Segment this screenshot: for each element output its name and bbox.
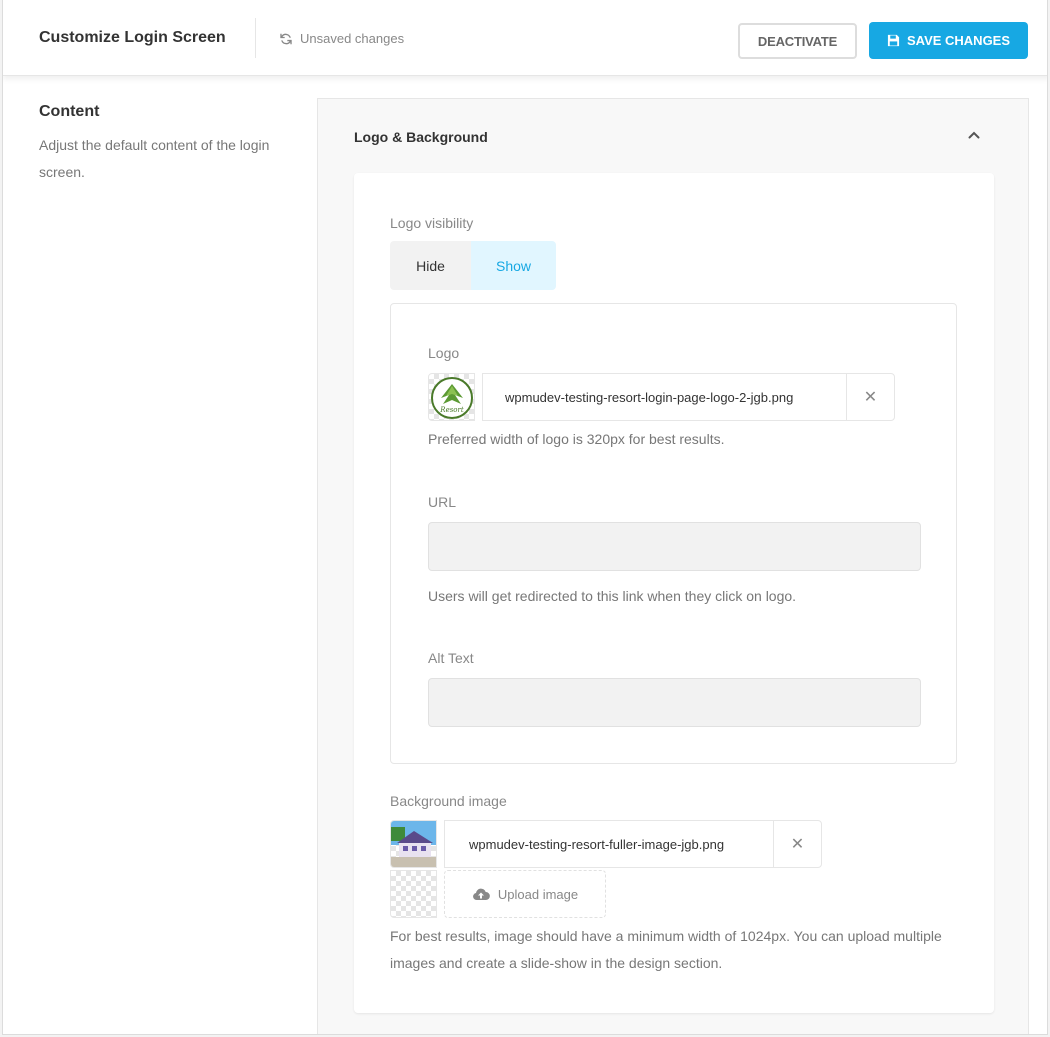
logo-visibility-toggle: Hide Show	[390, 241, 556, 290]
unsaved-status: Unsaved changes	[279, 31, 404, 46]
accordion-body: Logo visibility Hide Show Logo Resort wp…	[354, 173, 994, 1013]
chevron-up-icon[interactable]	[966, 127, 982, 143]
alt-text-label: Alt Text	[428, 650, 474, 666]
background-thumbnail[interactable]	[390, 820, 437, 868]
url-input[interactable]	[428, 522, 921, 571]
background-image-label: Background image	[390, 793, 507, 809]
empty-thumbnail	[390, 870, 437, 918]
deactivate-button[interactable]: DEACTIVATE	[738, 23, 857, 59]
header-divider	[255, 18, 256, 58]
toggle-show-option[interactable]: Show	[471, 241, 556, 290]
page-title: Customize Login Screen	[39, 29, 226, 46]
toggle-hide-option[interactable]: Hide	[390, 241, 471, 290]
upload-image-label: Upload image	[497, 886, 579, 902]
upload-image-button[interactable]: Upload image	[444, 870, 606, 918]
cloud-upload-icon	[472, 888, 490, 900]
app-frame: Customize Login Screen Unsaved changes D…	[2, 0, 1048, 1035]
logo-label: Logo	[428, 345, 460, 361]
url-label: URL	[428, 494, 457, 510]
logo-help-text: Preferred width of logo is 320px for bes…	[428, 431, 725, 447]
header-bar: Customize Login Screen Unsaved changes D…	[3, 0, 1047, 76]
logo-visibility-label: Logo visibility	[390, 215, 474, 231]
floppy-disk-icon	[887, 34, 900, 47]
logo-thumbnail[interactable]: Resort	[428, 373, 475, 421]
logo-file-name: wpmudev-testing-resort-login-page-logo-2…	[505, 389, 794, 405]
background-file-name: wpmudev-testing-resort-fuller-image-jgb.…	[469, 836, 725, 852]
logo-background-panel: Logo & Background Logo visibility Hide S…	[317, 98, 1029, 1034]
background-image	[391, 821, 436, 867]
section-title: Content	[39, 103, 100, 120]
close-icon[interactable]: ✕	[846, 374, 894, 420]
url-help-text: Users will get redirected to this link w…	[428, 588, 797, 604]
logo-image: Resort	[431, 377, 473, 419]
save-changes-label: SAVE CHANGES	[906, 33, 1011, 48]
background-help-text: For best results, image should have a mi…	[390, 928, 942, 971]
svg-text:Resort: Resort	[439, 406, 464, 414]
logo-file-field: wpmudev-testing-resort-login-page-logo-2…	[482, 373, 895, 421]
unsaved-status-text: Unsaved changes	[300, 31, 405, 46]
refresh-icon	[280, 33, 292, 44]
accordion-title[interactable]: Logo & Background	[354, 129, 488, 145]
alt-text-input[interactable]	[428, 678, 921, 727]
background-file-field: wpmudev-testing-resort-fuller-image-jgb.…	[444, 820, 822, 868]
close-icon[interactable]: ✕	[773, 821, 821, 867]
section-description: Adjust the default content of the login …	[39, 137, 270, 180]
logo-settings-box: Logo Resort wpmudev-testing-resort-login…	[390, 303, 957, 764]
save-changes-button[interactable]: SAVE CHANGES	[869, 22, 1028, 59]
